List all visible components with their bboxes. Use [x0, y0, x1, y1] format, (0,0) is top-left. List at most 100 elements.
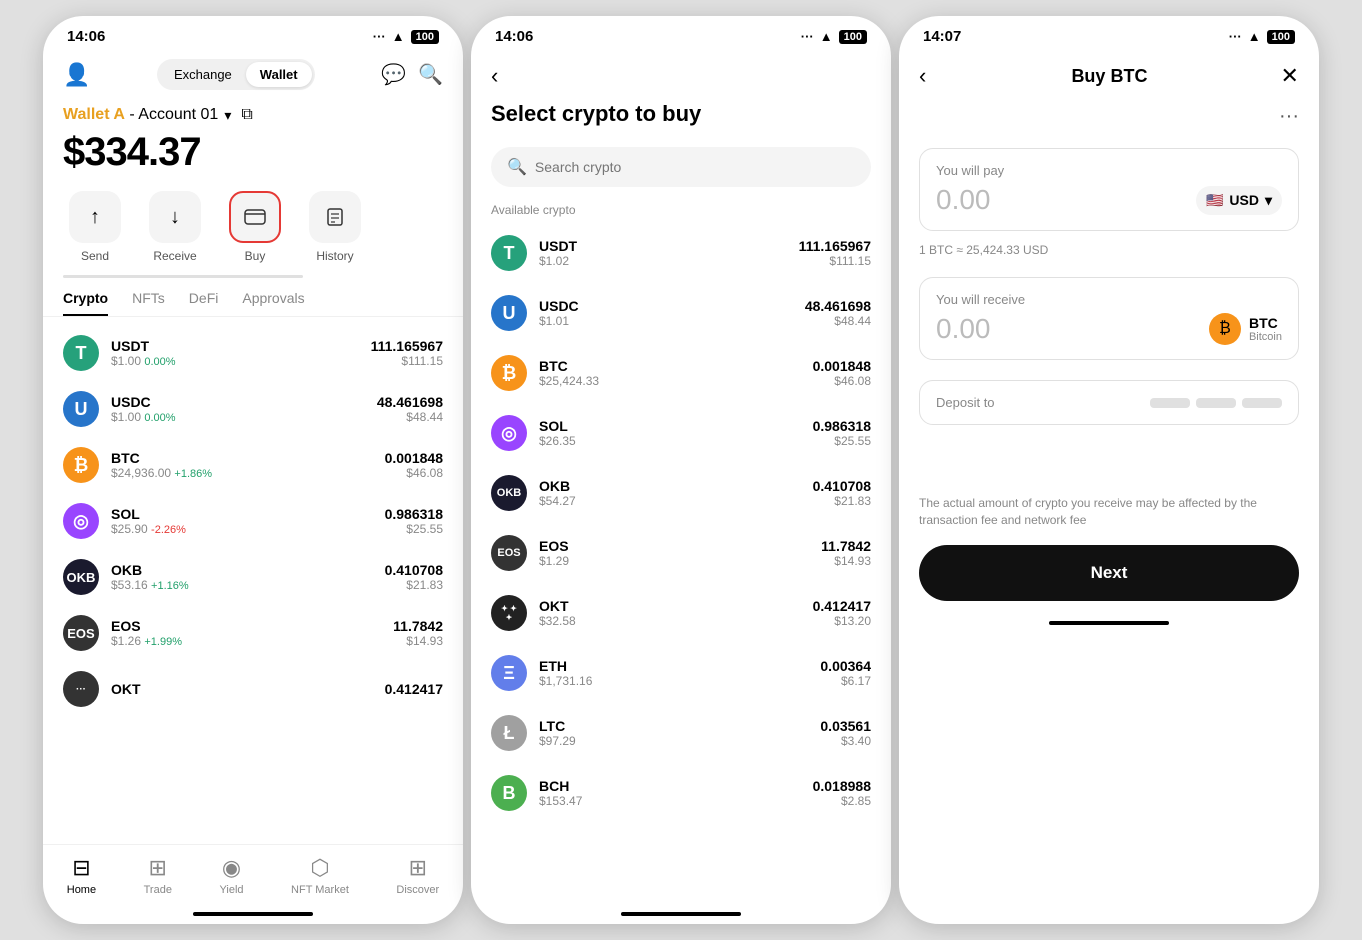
bch-bal-2: 0.018988 [813, 778, 871, 794]
usdc-change: 0.00% [144, 412, 175, 424]
btc-price-2: $25,424.33 [539, 374, 813, 388]
btc-receive-icon: ₿ [1209, 313, 1241, 345]
eos-amounts: 11.7842 $14.93 [393, 618, 443, 648]
list-item[interactable]: EOS EOS $1.29 11.7842 $14.93 [471, 523, 891, 583]
next-button[interactable]: Next [919, 545, 1299, 601]
list-item[interactable]: Ξ ETH $1,731.16 0.00364 $6.17 [471, 643, 891, 703]
receive-section: You will receive 0.00 ₿ BTC Bitcoin [919, 277, 1299, 360]
wallet-name-label: Wallet A - Account 01 [63, 106, 218, 124]
usdt-val: $111.15 [371, 354, 443, 368]
eos-info-2: EOS $1.29 [539, 538, 821, 568]
nav-discover[interactable]: ⊞ Discover [396, 855, 439, 896]
tab-nfts[interactable]: NFTs [132, 290, 165, 316]
panel-1-wallet: 14:06 ··· ▲ 100 👤 Exchange Wallet 💬 🔍 Wa… [43, 16, 463, 924]
search-bar: 🔍 [491, 147, 871, 187]
message-icon[interactable]: 💬 [381, 62, 406, 87]
list-item[interactable]: Ł LTC $97.29 0.03561 $3.40 [471, 703, 891, 763]
select-title: Select crypto to buy [491, 101, 871, 127]
usdt-name-2: USDT [539, 238, 799, 254]
dropdown-icon[interactable]: ▾ [224, 107, 231, 124]
list-item[interactable]: U USDC $1.00 0.00% 48.461698 $48.44 [43, 381, 463, 437]
usdt-icon: T [63, 335, 99, 371]
btc-icon: ₿ [63, 447, 99, 483]
back-button-2[interactable]: ‹ [491, 63, 498, 89]
tab-crypto[interactable]: Crypto [63, 290, 108, 316]
list-item[interactable]: ··· OKT 0.412417 [43, 661, 463, 717]
crypto-tabs: Crypto NFTs DeFi Approvals [43, 278, 463, 317]
okb-name-2: OKB [539, 478, 813, 494]
currency-label: USD [1229, 192, 1259, 208]
okt-icon-2: ✦ ✦ ✦ [491, 595, 527, 631]
copy-icon[interactable]: ⧉ [241, 106, 252, 124]
sol-amounts-2: 0.986318 $25.55 [813, 418, 871, 448]
list-item[interactable]: U USDC $1.01 48.461698 $48.44 [471, 283, 891, 343]
nav-home[interactable]: ⊟ Home [67, 855, 96, 896]
bch-val-2: $2.85 [813, 794, 871, 808]
more-menu-button[interactable]: ··· [899, 101, 1319, 136]
exchange-toggle[interactable]: Exchange [160, 62, 246, 87]
search-input[interactable] [535, 159, 855, 175]
tab-approvals[interactable]: Approvals [242, 290, 304, 316]
okb-bal-2: 0.410708 [813, 478, 871, 494]
eos-amounts-2: 11.7842 $14.93 [821, 538, 871, 568]
wallet-name-row: Wallet A - Account 01 ▾ ⧉ [43, 102, 463, 124]
buy-button[interactable]: Buy [223, 191, 287, 263]
yield-nav-label: Yield [219, 884, 243, 896]
usdc-bal-2: 48.461698 [805, 298, 871, 314]
eos-price-2: $1.29 [539, 554, 821, 568]
receive-currency: ₿ BTC Bitcoin [1209, 313, 1282, 345]
btc-amounts: 0.001848 $46.08 [385, 450, 443, 480]
usdt-price: $1.00 0.00% [111, 354, 371, 368]
home-icon: ⊟ [72, 855, 90, 881]
eos-icon: EOS [63, 615, 99, 651]
list-item[interactable]: ◎ SOL $26.35 0.986318 $25.55 [471, 403, 891, 463]
deposit-dot-1 [1150, 398, 1190, 408]
receive-label: Receive [153, 249, 196, 263]
discover-icon: ⊞ [409, 855, 427, 881]
eos-price: $1.26 +1.99% [111, 634, 393, 648]
panel-3-buy-btc: 14:07 ··· ▲ 100 ‹ Buy BTC ✕ ··· You will… [899, 16, 1319, 924]
btc-info-2: BTC $25,424.33 [539, 358, 813, 388]
list-item[interactable]: ◎ SOL $25.90 -2.26% 0.986318 $25.55 [43, 493, 463, 549]
usdc-price: $1.00 0.00% [111, 410, 377, 424]
receive-button[interactable]: ↓ Receive [143, 191, 207, 263]
wallet-toggle[interactable]: Wallet [246, 62, 312, 87]
okb-amounts: 0.410708 $21.83 [385, 562, 443, 592]
close-button-3[interactable]: ✕ [1281, 63, 1299, 89]
sol-val-2: $25.55 [813, 434, 871, 448]
tab-defi[interactable]: DeFi [189, 290, 219, 316]
eos-name: EOS [111, 618, 393, 634]
list-item[interactable]: ₿ BTC $25,424.33 0.001848 $46.08 [471, 343, 891, 403]
nav-yield[interactable]: ◉ Yield [219, 855, 243, 896]
usdc-amounts: 48.461698 $48.44 [377, 394, 443, 424]
list-item[interactable]: B BCH $153.47 0.018988 $2.85 [471, 763, 891, 823]
okb-name: OKB [111, 562, 385, 578]
send-button[interactable]: ↑ Send [63, 191, 127, 263]
list-item[interactable]: ✦ ✦ ✦ OKT $32.58 0.412417 $13.20 [471, 583, 891, 643]
search-icon[interactable]: 🔍 [418, 62, 443, 87]
chevron-down-icon: ▾ [1265, 192, 1272, 209]
okb-info: OKB $53.16 +1.16% [111, 562, 385, 592]
wifi-icon-2: ▲ [820, 29, 833, 44]
back-button-3[interactable]: ‹ [919, 63, 926, 89]
list-item[interactable]: ₿ BTC $24,936.00 +1.86% 0.001848 $46.08 [43, 437, 463, 493]
currency-selector[interactable]: 🇺🇸 USD ▾ [1196, 186, 1282, 215]
history-button[interactable]: History [303, 191, 367, 263]
list-item[interactable]: T USDT $1.00 0.00% 111.165967 $111.15 [43, 325, 463, 381]
list-item[interactable]: OKB OKB $54.27 0.410708 $21.83 [471, 463, 891, 523]
status-icons-2: ··· ▲ 100 [801, 29, 867, 44]
list-item[interactable]: EOS EOS $1.26 +1.99% 11.7842 $14.93 [43, 605, 463, 661]
nav-trade[interactable]: ⊞ Trade [144, 855, 172, 896]
user-icon[interactable]: 👤 [63, 62, 90, 88]
list-item[interactable]: T USDT $1.02 111.165967 $111.15 [471, 223, 891, 283]
list-item[interactable]: OKB OKB $53.16 +1.16% 0.410708 $21.83 [43, 549, 463, 605]
usdt-amounts: 111.165967 $111.15 [371, 338, 443, 368]
battery-3: 100 [1267, 30, 1295, 44]
okt-icon: ··· [63, 671, 99, 707]
usdc-name-2: USDC [539, 298, 805, 314]
nav-nft[interactable]: ⬡ NFT Market [291, 855, 349, 896]
usdc-amounts-2: 48.461698 $48.44 [805, 298, 871, 328]
battery-1: 100 [411, 30, 439, 44]
nft-nav-label: NFT Market [291, 884, 349, 896]
panel-2-select: 14:06 ··· ▲ 100 ‹ Select crypto to buy 🔍… [471, 16, 891, 924]
